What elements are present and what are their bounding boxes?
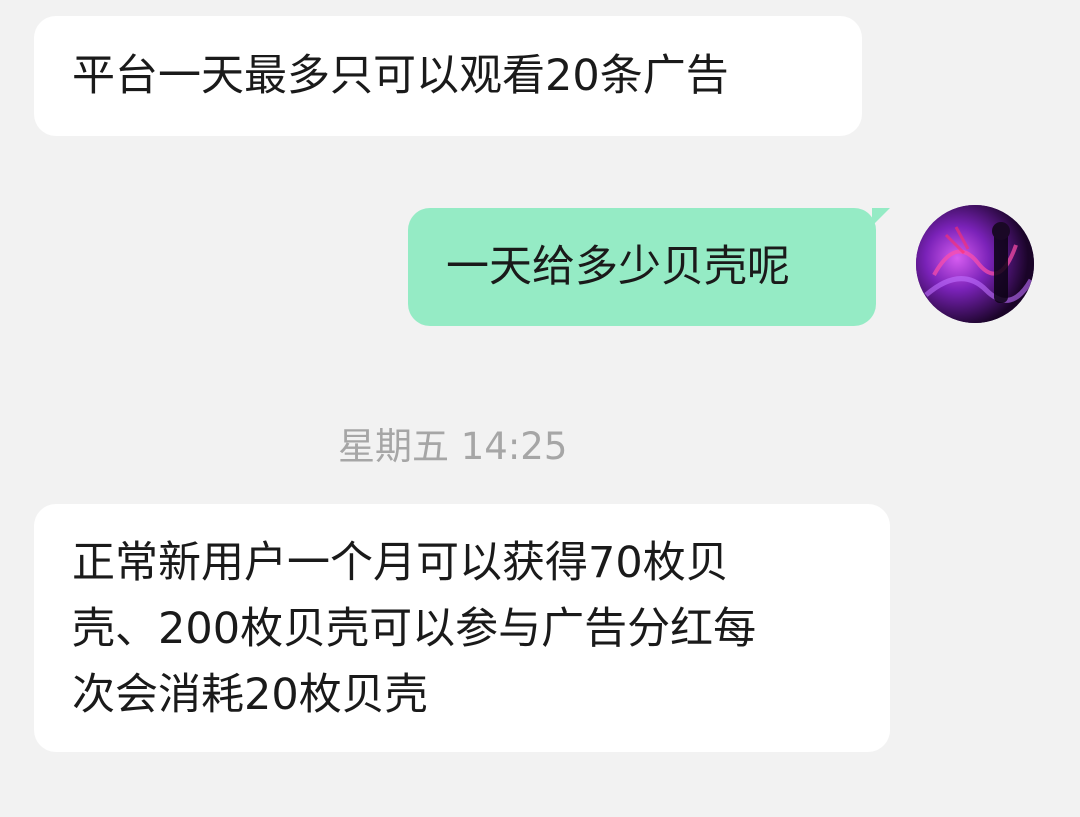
message-text-line: 次会消耗20枚贝壳 [72, 670, 428, 720]
message-text: 一天给多少贝壳呢 [446, 242, 790, 292]
user-avatar[interactable] [916, 205, 1034, 323]
message-text-line: 壳、200枚贝壳可以参与广告分红每 [72, 604, 757, 654]
bubble-tail [872, 208, 890, 226]
avatar-artwork-icon [916, 205, 1034, 323]
message-text: 平台一天最多只可以观看20条广告 [72, 51, 729, 101]
message-text-line: 正常新用户一个月可以获得70枚贝 [72, 538, 729, 588]
incoming-message-bubble[interactable]: 平台一天最多只可以观看20条广告 [34, 16, 862, 136]
incoming-message-bubble[interactable]: 正常新用户一个月可以获得70枚贝 壳、200枚贝壳可以参与广告分红每 次会消耗2… [34, 504, 890, 752]
outgoing-message-bubble[interactable]: 一天给多少贝壳呢 [408, 208, 890, 326]
message-timestamp: 星期五 14:25 [338, 425, 568, 468]
